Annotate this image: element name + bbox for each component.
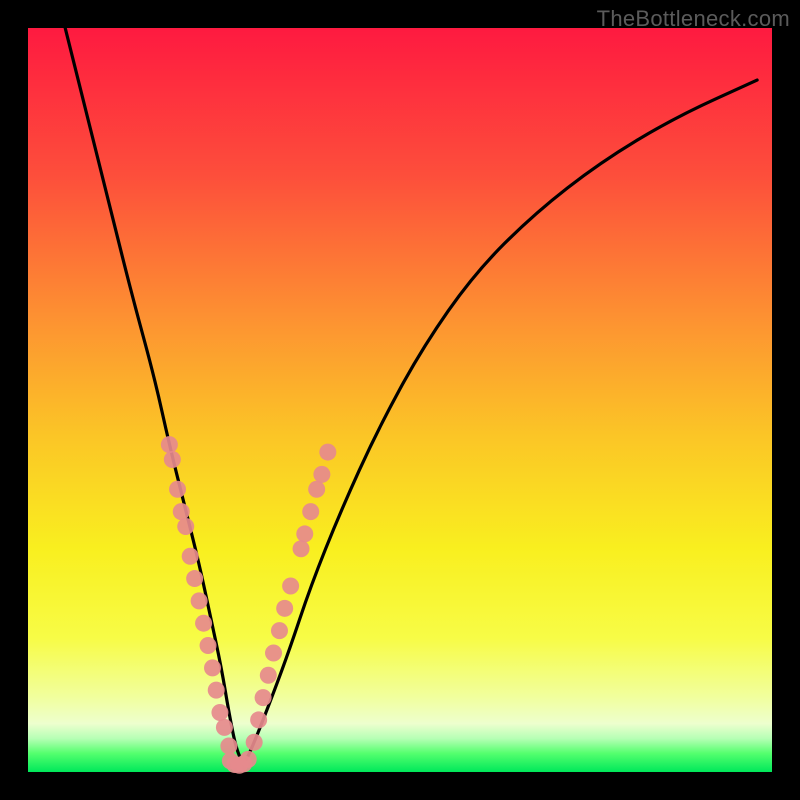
- data-marker: [161, 436, 178, 453]
- data-marker: [177, 518, 194, 535]
- gradient-background: [28, 28, 772, 772]
- data-marker: [200, 637, 217, 654]
- data-marker: [216, 719, 233, 736]
- data-marker: [246, 734, 263, 751]
- outer-frame: TheBottleneck.com: [0, 0, 800, 800]
- data-marker: [255, 689, 272, 706]
- data-marker: [195, 615, 212, 632]
- data-marker: [182, 548, 199, 565]
- plot-area: [28, 28, 772, 772]
- watermark-text: TheBottleneck.com: [597, 6, 790, 32]
- data-marker: [319, 444, 336, 461]
- data-marker: [276, 600, 293, 617]
- data-marker: [265, 644, 282, 661]
- data-marker: [186, 570, 203, 587]
- data-marker: [296, 525, 313, 542]
- data-marker: [240, 751, 257, 768]
- data-marker: [302, 503, 319, 520]
- data-marker: [220, 737, 237, 754]
- data-marker: [169, 481, 186, 498]
- data-marker: [271, 622, 288, 639]
- data-marker: [308, 481, 325, 498]
- data-marker: [260, 667, 277, 684]
- data-marker: [164, 451, 181, 468]
- data-marker: [211, 704, 228, 721]
- chart-svg: [28, 28, 772, 772]
- data-marker: [313, 466, 330, 483]
- data-marker: [208, 682, 225, 699]
- data-marker: [293, 540, 310, 557]
- data-marker: [173, 503, 190, 520]
- data-marker: [191, 592, 208, 609]
- data-marker: [204, 659, 221, 676]
- data-marker: [282, 578, 299, 595]
- data-marker: [250, 711, 267, 728]
